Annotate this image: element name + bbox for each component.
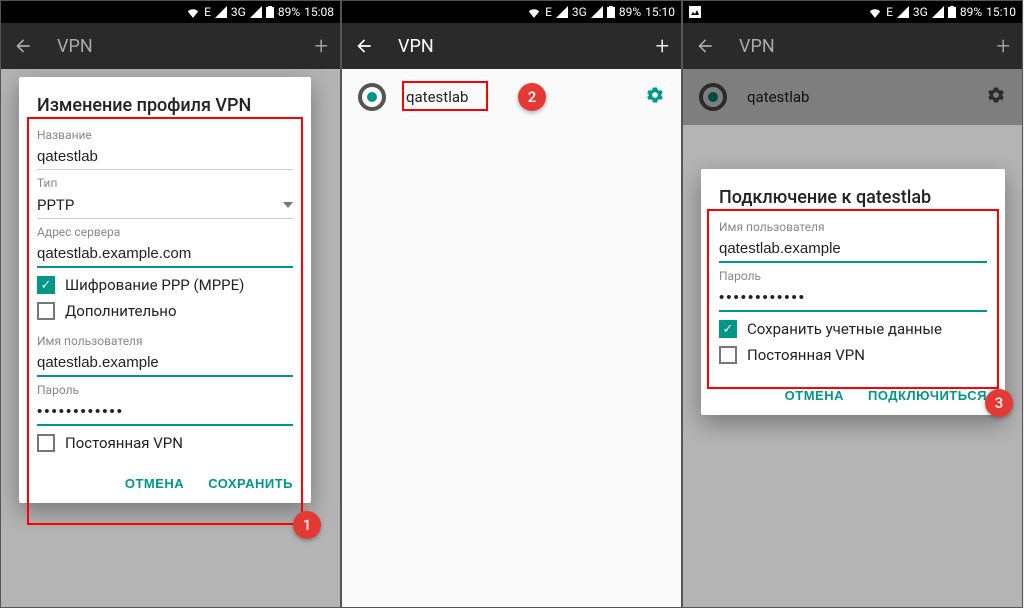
type-select[interactable]: PPTP	[37, 190, 293, 219]
add-icon[interactable]: +	[314, 32, 328, 60]
phone-1-edit-profile: E 3G 89% 15:08 VPN + Изменение профиля V…	[0, 0, 341, 608]
server-label: Адрес сервера	[37, 225, 293, 239]
battery-icon	[607, 6, 615, 18]
appbar: VPN +	[342, 23, 681, 69]
vpn-list-item[interactable]: qatestlab	[342, 69, 681, 125]
statusbar: E 3G 89% 15:10	[683, 1, 1022, 23]
always-on-checkbox-row[interactable]: Постоянная VPN	[37, 426, 293, 460]
add-icon[interactable]: +	[996, 32, 1010, 60]
dialog-title: Изменение профиля VPN	[37, 95, 293, 116]
picture-icon	[689, 6, 701, 18]
net-e-label: E	[204, 5, 211, 19]
net-3g-label: 3G	[572, 5, 587, 19]
signal-icon-2	[250, 6, 262, 18]
net-3g-label: 3G	[231, 5, 246, 19]
wifi-icon	[527, 6, 541, 18]
checkbox-off-icon	[37, 434, 55, 452]
dialog-title: Подключение к qatestlab	[719, 187, 987, 208]
password-input[interactable]	[719, 283, 987, 312]
signal-icon-2	[932, 6, 944, 18]
status-time: 15:10	[986, 5, 1016, 19]
signal-icon	[556, 6, 568, 18]
annotation-circle-3: 3	[985, 389, 1013, 417]
status-time: 15:08	[304, 5, 334, 19]
battery-percent: 89%	[960, 5, 982, 19]
checkbox-off-icon	[719, 346, 737, 364]
gear-icon	[358, 83, 386, 111]
checkbox-on-icon	[37, 276, 55, 294]
net-e-label: E	[545, 5, 552, 19]
wifi-icon	[186, 6, 200, 18]
mppe-label: Шифрование PPP (MPPE)	[65, 276, 244, 294]
signal-icon	[215, 6, 227, 18]
battery-percent: 89%	[278, 5, 300, 19]
net-3g-label: 3G	[913, 5, 928, 19]
appbar: VPN +	[683, 23, 1022, 69]
username-input[interactable]	[719, 234, 987, 263]
connect-vpn-dialog: Подключение к qatestlab Имя пользователя…	[701, 169, 1005, 415]
chevron-down-icon	[283, 202, 293, 208]
cancel-button[interactable]: ОТМЕНА	[125, 476, 184, 491]
edit-vpn-dialog: Изменение профиля VPN Название Тип PPTP …	[19, 77, 311, 503]
back-icon[interactable]	[13, 36, 33, 56]
type-value: PPTP	[37, 196, 74, 214]
signal-icon-2	[591, 6, 603, 18]
settings-gear-icon[interactable]	[645, 85, 665, 110]
statusbar: E 3G 89% 15:08	[1, 1, 340, 23]
cancel-button[interactable]: ОТМЕНА	[785, 388, 844, 403]
annotation-circle-1: 1	[293, 511, 321, 539]
battery-percent: 89%	[619, 5, 641, 19]
password-input[interactable]	[37, 397, 293, 426]
back-icon[interactable]	[354, 36, 374, 56]
name-input[interactable]	[37, 142, 293, 170]
battery-icon	[948, 6, 956, 18]
checkbox-on-icon	[719, 320, 737, 338]
always-on-label: Постоянная VPN	[65, 434, 183, 452]
mppe-checkbox-row[interactable]: Шифрование PPP (MPPE)	[37, 268, 293, 302]
always-on-checkbox-row[interactable]: Постоянная VPN	[719, 346, 987, 372]
advanced-checkbox-row[interactable]: Дополнительно	[37, 302, 293, 328]
save-credentials-label: Сохранить учетные данные	[747, 320, 942, 338]
appbar-title: VPN	[398, 36, 655, 57]
type-label: Тип	[37, 176, 293, 190]
server-input[interactable]	[37, 239, 293, 268]
signal-icon	[897, 6, 909, 18]
username-label: Имя пользователя	[719, 220, 987, 234]
password-label: Пароль	[719, 269, 987, 283]
appbar: VPN +	[1, 23, 340, 69]
connect-button[interactable]: ПОДКЛЮЧИТЬСЯ	[868, 388, 987, 403]
annotation-circle-2: 2	[518, 83, 546, 111]
phone-3-connect-dialog: E 3G 89% 15:10 VPN + qatestlab Подключен…	[682, 0, 1023, 608]
username-label: Имя пользователя	[37, 334, 293, 348]
save-credentials-checkbox-row[interactable]: Сохранить учетные данные	[719, 312, 987, 346]
always-on-label: Постоянная VPN	[747, 346, 865, 364]
save-button[interactable]: СОХРАНИТЬ	[208, 476, 293, 491]
status-time: 15:10	[645, 5, 675, 19]
checkbox-off-icon	[37, 302, 55, 320]
username-input[interactable]	[37, 348, 293, 377]
password-label: Пароль	[37, 383, 293, 397]
wifi-icon	[868, 6, 882, 18]
net-e-label: E	[886, 5, 893, 19]
add-icon[interactable]: +	[655, 32, 669, 60]
appbar-title: VPN	[57, 36, 314, 57]
back-icon[interactable]	[695, 36, 715, 56]
statusbar: E 3G 89% 15:10	[342, 1, 681, 23]
name-label: Название	[37, 128, 293, 142]
advanced-label: Дополнительно	[65, 302, 177, 320]
appbar-title: VPN	[739, 36, 996, 57]
phone-2-vpn-list: E 3G 89% 15:10 VPN + qatestlab 2	[341, 0, 682, 608]
battery-icon	[266, 6, 274, 18]
